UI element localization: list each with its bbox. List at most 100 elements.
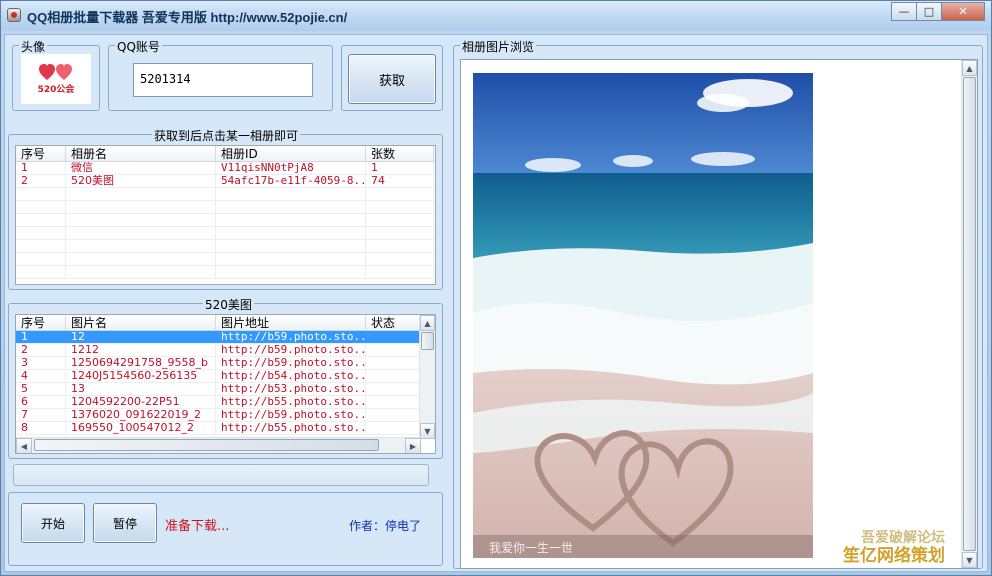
preview-scroll-thumb[interactable] bbox=[963, 77, 976, 551]
album-name: 微信 bbox=[66, 162, 216, 174]
photo-status bbox=[366, 383, 420, 395]
start-button[interactable]: 开始 bbox=[21, 503, 85, 543]
photo-url: http://b55.photo.sto... bbox=[216, 422, 366, 434]
albums-list[interactable]: 序号 相册名 相册ID 张数 1 微信 V11qisNN0tPjA8 1 2 5… bbox=[15, 145, 436, 285]
scroll-left-icon[interactable]: ◀ bbox=[16, 438, 32, 453]
column-header-photo-url[interactable]: 图片地址 bbox=[216, 315, 366, 330]
preview-photo: 我爱你一生一世 bbox=[473, 73, 813, 558]
photo-row[interactable]: 3 1250694291758_9558_b http://b59.photo.… bbox=[16, 357, 435, 370]
photo-url: http://b59.photo.sto... bbox=[216, 331, 366, 343]
photo-row[interactable]: 5 13 http://b53.photo.sto... bbox=[16, 383, 435, 396]
photo-row[interactable]: 6 1204592200-22P51 http://b55.photo.sto.… bbox=[16, 396, 435, 409]
column-header-count[interactable]: 张数 bbox=[366, 146, 434, 161]
scroll-up-icon[interactable]: ▲ bbox=[420, 315, 435, 331]
albums-list-header: 序号 相册名 相册ID 张数 bbox=[16, 146, 435, 162]
empty-row bbox=[16, 266, 435, 279]
minimize-button[interactable]: — bbox=[891, 2, 917, 21]
photo-index: 7 bbox=[16, 409, 66, 421]
maximize-button[interactable]: □ bbox=[916, 2, 942, 21]
photo-url: http://b55.photo.sto... bbox=[216, 396, 366, 408]
photo-index: 3 bbox=[16, 357, 66, 369]
column-header-status[interactable]: 状态 bbox=[366, 315, 420, 330]
empty-row bbox=[16, 227, 435, 240]
avatar-heart-icon bbox=[39, 63, 72, 80]
photo-index: 1 bbox=[16, 331, 66, 343]
column-header-album-name[interactable]: 相册名 bbox=[66, 146, 216, 161]
empty-row bbox=[16, 253, 435, 266]
album-name: 520美图 bbox=[66, 175, 216, 187]
qq-number-input[interactable]: 5201314 bbox=[133, 63, 313, 97]
album-row[interactable]: 1 微信 V11qisNN0tPjA8 1 bbox=[16, 162, 435, 175]
preview-group-label: 相册图片浏览 bbox=[460, 38, 537, 55]
app-window: QQ相册批量下载器 吾爱专用版 http://www.52pojie.cn/ —… bbox=[0, 0, 992, 576]
photo-row-selected[interactable]: 1 12 http://b59.photo.sto... bbox=[16, 331, 435, 344]
preview-scroll-up-icon[interactable]: ▲ bbox=[962, 60, 977, 76]
window-title: QQ相册批量下载器 吾爱专用版 http://www.52pojie.cn/ bbox=[27, 10, 348, 25]
preview-panel[interactable]: 我爱你一生一世 ▲ ▼ bbox=[460, 59, 978, 569]
hscroll-thumb[interactable] bbox=[34, 439, 379, 451]
watermark-line2: 笙亿网络策划 bbox=[843, 546, 945, 566]
fetch-group: 获取 bbox=[341, 45, 443, 111]
photo-row[interactable]: 2 1212 http://b59.photo.sto... bbox=[16, 344, 435, 357]
column-header-index[interactable]: 序号 bbox=[16, 315, 66, 330]
photo-url: http://b54.photo.sto... bbox=[216, 370, 366, 382]
download-status-text: 准备下载... bbox=[165, 519, 230, 534]
photo-status bbox=[366, 396, 420, 408]
photo-name: 1204592200-22P51 bbox=[66, 396, 216, 408]
photo-name: 1212 bbox=[66, 344, 216, 356]
album-count: 1 bbox=[366, 162, 434, 174]
qq-account-label: QQ账号 bbox=[115, 38, 162, 55]
fetch-button[interactable]: 获取 bbox=[348, 54, 436, 104]
photo-index: 2 bbox=[16, 344, 66, 356]
photos-group: 520美图 序号 图片名 图片地址 状态 1 12 http://b59.pho… bbox=[8, 296, 443, 459]
photo-name: 169550_100547012_2 bbox=[66, 422, 216, 434]
photo-row[interactable]: 8 169550_100547012_2 http://b55.photo.st… bbox=[16, 422, 435, 435]
photo-name: 12 bbox=[66, 331, 216, 343]
watermark: 吾爱破解论坛 笙亿网络策划 bbox=[843, 529, 945, 565]
column-header-album-id[interactable]: 相册ID bbox=[216, 146, 366, 161]
photo-index: 6 bbox=[16, 396, 66, 408]
scroll-right-icon[interactable]: ▶ bbox=[405, 438, 421, 453]
avatar-group-label: 头像 bbox=[19, 38, 48, 55]
photos-list[interactable]: 序号 图片名 图片地址 状态 1 12 http://b59.photo.sto… bbox=[15, 314, 436, 454]
photo-row[interactable]: 4 1240J5154560-256135 http://b54.photo.s… bbox=[16, 370, 435, 383]
photo-status bbox=[366, 370, 420, 382]
album-index: 1 bbox=[16, 162, 66, 174]
controls-group: 开始 暂停 准备下载... 作者：停电了 bbox=[8, 492, 443, 566]
photo-index: 8 bbox=[16, 422, 66, 434]
photo-status bbox=[366, 422, 420, 434]
photo-url: http://b59.photo.sto... bbox=[216, 357, 366, 369]
column-header-index[interactable]: 序号 bbox=[16, 146, 66, 161]
album-count: 74 bbox=[366, 175, 434, 187]
photo-row[interactable]: 7 1376020_091622019_2 http://b59.photo.s… bbox=[16, 409, 435, 422]
empty-row bbox=[16, 214, 435, 227]
photos-horizontal-scrollbar[interactable]: ◀ ▶ bbox=[16, 437, 421, 453]
close-button[interactable]: ✕ bbox=[941, 2, 985, 21]
photo-status bbox=[366, 357, 420, 369]
photo-caption: 我爱你一生一世 bbox=[489, 541, 573, 555]
album-row[interactable]: 2 520美图 54afc17b-e11f-4059-8... 74 bbox=[16, 175, 435, 188]
photo-url: http://b53.photo.sto... bbox=[216, 383, 366, 395]
column-header-photo-name[interactable]: 图片名 bbox=[66, 315, 216, 330]
preview-scroll-down-icon[interactable]: ▼ bbox=[962, 552, 977, 568]
author-text: 作者：停电了 bbox=[349, 519, 422, 533]
album-index: 2 bbox=[16, 175, 66, 187]
title-bar[interactable]: QQ相册批量下载器 吾爱专用版 http://www.52pojie.cn/ —… bbox=[1, 1, 991, 31]
app-icon[interactable] bbox=[7, 8, 21, 22]
qq-account-group: QQ账号 5201314 bbox=[108, 38, 333, 111]
download-progress-bar bbox=[13, 464, 429, 486]
window-controls: — □ ✕ bbox=[891, 2, 985, 21]
scroll-thumb[interactable] bbox=[421, 332, 434, 350]
pause-button[interactable]: 暂停 bbox=[93, 503, 157, 543]
preview-vertical-scrollbar[interactable]: ▲ ▼ bbox=[961, 60, 977, 568]
photo-status bbox=[366, 409, 420, 421]
empty-row bbox=[16, 240, 435, 253]
avatar-logo-text: 520公会 bbox=[37, 84, 75, 95]
photo-name: 1250694291758_9558_b bbox=[66, 357, 216, 369]
avatar-group: 头像 520公会 bbox=[12, 38, 100, 111]
scroll-down-icon[interactable]: ▼ bbox=[420, 423, 435, 439]
photo-url: http://b59.photo.sto... bbox=[216, 344, 366, 356]
photos-vertical-scrollbar[interactable]: ▲ ▼ bbox=[419, 315, 435, 439]
photo-name: 1376020_091622019_2 bbox=[66, 409, 216, 421]
beach-photo-image: 我爱你一生一世 bbox=[473, 73, 813, 558]
